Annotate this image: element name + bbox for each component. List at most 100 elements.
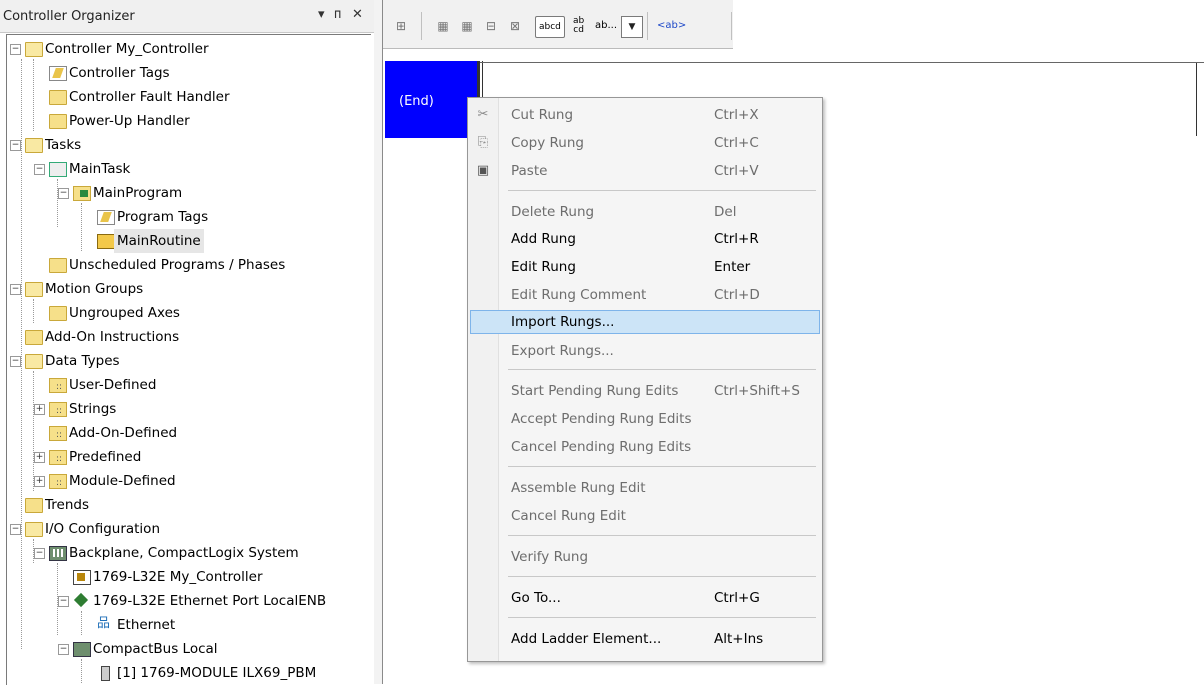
collapse-icon[interactable]: − bbox=[10, 356, 21, 367]
menu-item-cut-rung[interactable]: ✂ Cut Rung Ctrl+X bbox=[470, 103, 818, 127]
menu-item-accept-pending-rung-edits[interactable]: Accept Pending Rung Edits bbox=[470, 407, 818, 431]
io-module-icon bbox=[101, 666, 110, 681]
collapse-icon[interactable]: − bbox=[10, 44, 21, 55]
menu-separator bbox=[508, 576, 816, 577]
branch-level-icon[interactable]: ▦ bbox=[457, 16, 477, 36]
menu-item-shortcut: Ctrl+V bbox=[714, 163, 759, 179]
cd-label: cd bbox=[573, 25, 584, 35]
menu-item-label: Verify Rung bbox=[511, 549, 589, 565]
menu-item-shortcut: Enter bbox=[714, 259, 751, 275]
menu-item-import-rungs[interactable]: Import Rungs... bbox=[470, 310, 820, 334]
expand-icon[interactable]: + bbox=[34, 452, 45, 463]
tree-item-label: Backplane, CompactLogix System bbox=[69, 545, 299, 561]
dropdown-arrow-icon[interactable]: ▾ bbox=[318, 7, 325, 22]
menu-item-shortcut: Ctrl+R bbox=[714, 231, 759, 247]
tag-combo-dropdown[interactable]: ▼ bbox=[621, 16, 643, 38]
menu-item-label: Import Rungs... bbox=[511, 314, 615, 330]
branch-icon[interactable]: ▦ bbox=[433, 16, 453, 36]
tree-connector bbox=[81, 203, 82, 251]
menu-item-go-to[interactable]: Go To... Ctrl+G bbox=[470, 586, 818, 610]
tag-combo-label[interactable]: ab... bbox=[595, 16, 617, 36]
menu-item-shortcut: Ctrl+C bbox=[714, 135, 759, 151]
datatype-icon bbox=[49, 471, 67, 495]
menu-separator bbox=[508, 369, 816, 370]
menu-item-label: Edit Rung bbox=[511, 259, 576, 275]
collapse-icon[interactable]: − bbox=[10, 140, 21, 151]
ladder-toolbar: ⊞ ▦ ▦ ⊟ ⊠ abcd ab cd ab... ▼ <ab> bbox=[383, 0, 733, 49]
menu-item-label: Cancel Rung Edit bbox=[511, 508, 626, 524]
menu-item-label: Accept Pending Rung Edits bbox=[511, 411, 692, 427]
folder-icon bbox=[25, 330, 43, 345]
tree-item-label: Ungrouped Axes bbox=[69, 305, 180, 321]
menu-item-copy-rung[interactable]: ⎘ Copy Rung Ctrl+C bbox=[470, 131, 818, 155]
organizer-title: Controller Organizer bbox=[3, 9, 135, 24]
ab-cd-button[interactable]: ab cd bbox=[573, 17, 584, 37]
menu-item-export-rungs[interactable]: Export Rungs... bbox=[470, 339, 818, 363]
ethernet-port-icon bbox=[73, 594, 89, 607]
xio-icon[interactable]: ⊠ bbox=[505, 16, 525, 36]
menu-item-paste[interactable]: ▣ Paste Ctrl+V bbox=[470, 159, 818, 183]
menu-item-verify-rung[interactable]: Verify Rung bbox=[470, 545, 818, 569]
datatype-icon bbox=[49, 447, 67, 471]
collapse-icon[interactable]: − bbox=[34, 164, 45, 175]
expand-icon[interactable]: + bbox=[34, 404, 45, 415]
tree-item-label: Controller Tags bbox=[69, 65, 170, 81]
mode-toggle-button[interactable]: abcd bbox=[535, 16, 565, 38]
tree-connector bbox=[81, 659, 82, 683]
collapse-icon[interactable]: − bbox=[58, 644, 69, 655]
collapse-icon[interactable]: − bbox=[10, 524, 21, 535]
tree-item-label: MainTask bbox=[69, 161, 131, 177]
controller-organizer-panel: Controller Organizer ▾ ᴨ ✕ − Controller … bbox=[0, 0, 375, 685]
menu-item-delete-rung[interactable]: Delete Rung Del bbox=[470, 200, 818, 224]
panel-splitter[interactable] bbox=[374, 0, 383, 684]
tree-connector bbox=[21, 59, 22, 649]
tree-item-label: [1] 1769-MODULE ILX69_PBM bbox=[117, 665, 317, 681]
tree-item-label: Program Tags bbox=[117, 209, 209, 225]
menu-item-cancel-pending-rung-edits[interactable]: Cancel Pending Rung Edits bbox=[470, 435, 818, 459]
tree-item-label: Controller My_Controller bbox=[45, 41, 209, 57]
copy-icon: ⎘ bbox=[477, 135, 489, 150]
toolbar-separator bbox=[421, 12, 422, 40]
menu-separator bbox=[508, 466, 816, 467]
folder-open-icon bbox=[25, 282, 43, 297]
folder-open-icon bbox=[25, 522, 43, 537]
folder-icon bbox=[49, 258, 67, 273]
close-icon[interactable]: ✕ bbox=[352, 7, 363, 22]
expand-icon[interactable]: + bbox=[34, 476, 45, 487]
menu-item-assemble-rung-edit[interactable]: Assemble Rung Edit bbox=[470, 476, 818, 500]
menu-item-edit-rung-comment[interactable]: Edit Rung Comment Ctrl+D bbox=[470, 283, 818, 307]
collapse-icon[interactable]: − bbox=[34, 548, 45, 559]
menu-item-shortcut: Ctrl+Shift+S bbox=[714, 383, 800, 399]
rung-context-menu: ✂ Cut Rung Ctrl+X ⎘ Copy Rung Ctrl+C ▣ P… bbox=[467, 97, 823, 662]
pin-icon[interactable]: ᴨ bbox=[334, 7, 341, 22]
tree-item-label: Strings bbox=[69, 401, 117, 417]
menu-item-start-pending-rung-edits[interactable]: Start Pending Rung Edits Ctrl+Shift+S bbox=[470, 379, 818, 403]
menu-item-add-rung[interactable]: Add Rung Ctrl+R bbox=[470, 227, 818, 251]
menu-item-cancel-rung-edit[interactable]: Cancel Rung Edit bbox=[470, 504, 818, 528]
tree-connector bbox=[33, 371, 34, 491]
menu-item-label: Add Rung bbox=[511, 231, 576, 247]
tree-item-label: Trends bbox=[45, 497, 89, 513]
collapse-icon[interactable]: − bbox=[58, 188, 69, 199]
tree-item-label: I/O Configuration bbox=[45, 521, 161, 537]
program-icon bbox=[73, 186, 91, 201]
menu-separator bbox=[508, 190, 816, 191]
menu-item-add-ladder-element[interactable]: Add Ladder Element... Alt+Ins bbox=[470, 627, 818, 651]
folder-icon bbox=[49, 90, 67, 105]
collapse-icon[interactable]: − bbox=[58, 596, 69, 607]
tree-item-label: MainRoutine bbox=[114, 229, 204, 253]
menu-item-shortcut: Ctrl+D bbox=[714, 287, 760, 303]
xic-icon[interactable]: ⊟ bbox=[481, 16, 501, 36]
collapse-icon[interactable]: − bbox=[10, 284, 21, 295]
tree-item-label: CompactBus Local bbox=[93, 641, 218, 657]
menu-item-label: Go To... bbox=[511, 590, 561, 606]
ab-tag-button[interactable]: <ab> bbox=[657, 16, 686, 36]
tree-item-label: 1769-L32E My_Controller bbox=[93, 569, 263, 585]
backplane-icon bbox=[49, 546, 67, 561]
menu-separator bbox=[508, 617, 816, 618]
menu-item-label: Copy Rung bbox=[511, 135, 584, 151]
menu-item-edit-rung[interactable]: Edit Rung Enter bbox=[470, 255, 818, 279]
controller-module-icon bbox=[73, 570, 91, 585]
end-rung-marker[interactable]: (End) bbox=[385, 61, 477, 138]
rung-icon[interactable]: ⊞ bbox=[391, 16, 411, 36]
